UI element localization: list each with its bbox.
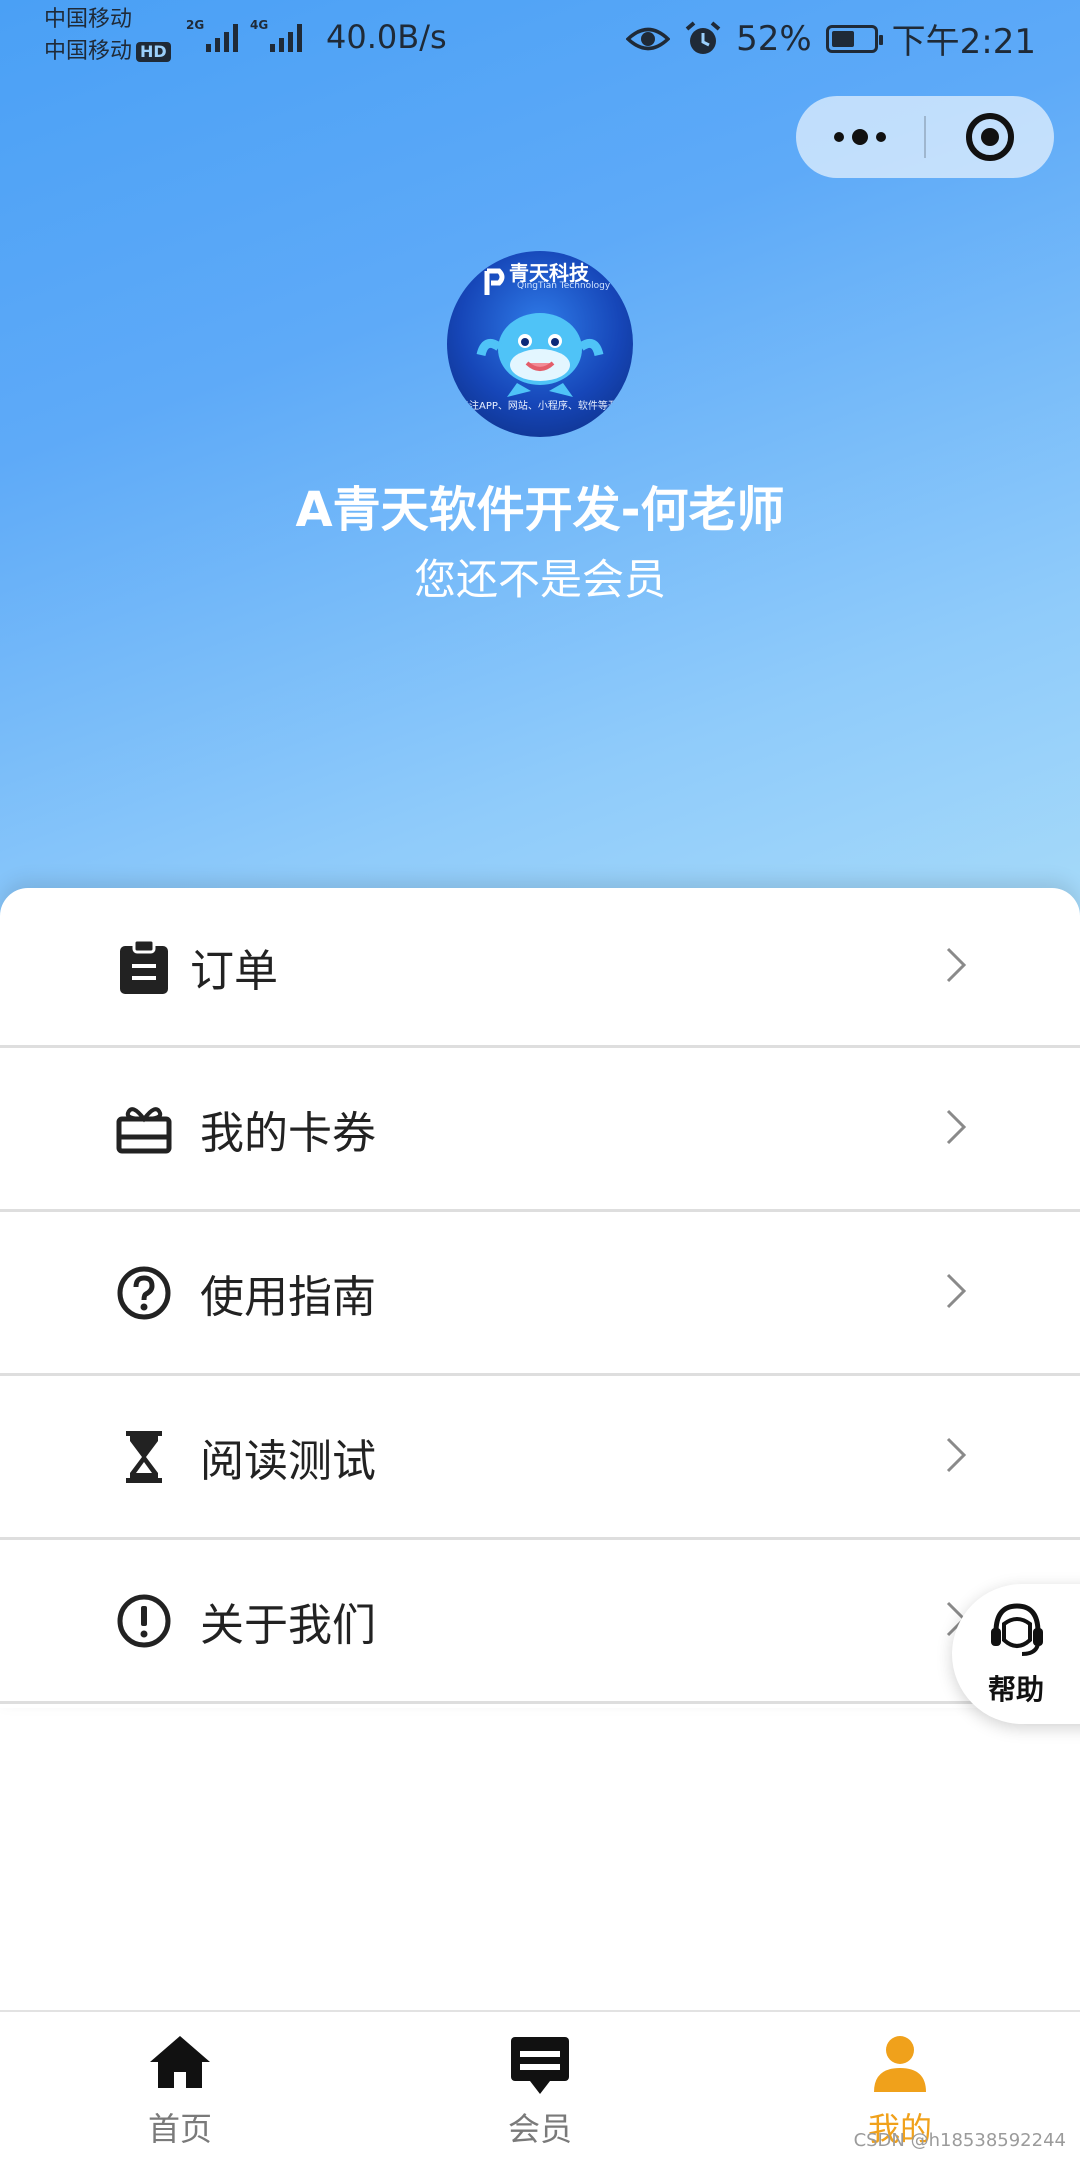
alarm-icon — [685, 20, 721, 54]
user-name: A青天软件开发-何老师 — [295, 482, 785, 538]
headset-icon — [986, 1598, 1048, 1664]
eye-icon — [626, 27, 671, 50]
battery-percent: 52% — [736, 18, 812, 59]
hourglass-icon — [112, 1425, 176, 1489]
carrier-2: 中国移动 — [44, 39, 133, 64]
network-2g-label: 2G — [186, 18, 205, 32]
clock: 下午2:21 — [891, 22, 1036, 62]
tab-member[interactable]: 会员 — [440, 2012, 640, 2162]
carrier-1: 中国移动 — [44, 7, 133, 32]
signal-strength-icon — [270, 22, 302, 52]
network-speed: 40.0B/s — [326, 18, 447, 56]
target-circle-icon[interactable] — [926, 96, 1054, 178]
watermark: CSDN @h18538592244 — [853, 2130, 1066, 2151]
menu-item-guide[interactable]: 使用指南 — [0, 1212, 1080, 1376]
hd-badge: HD — [136, 42, 171, 62]
miniprogram-capsule — [796, 96, 1054, 178]
question-circle-icon — [112, 1261, 176, 1325]
chevron-right-icon — [944, 1107, 968, 1151]
avatar-logo-subtitle: QingTian Technology — [517, 281, 611, 291]
battery-icon — [825, 24, 883, 53]
more-dots-icon[interactable] — [796, 96, 924, 178]
user-icon — [870, 2034, 930, 2098]
home-icon — [148, 2034, 212, 2094]
menu-item-label: 我的卡券 — [200, 1107, 376, 1159]
signal-strength-icon — [206, 22, 238, 52]
tab-label: 首页 — [147, 2110, 212, 2148]
network-4g-label: 4G — [250, 18, 269, 32]
help-label: 帮助 — [988, 1673, 1045, 1706]
chevron-right-icon — [944, 1271, 968, 1315]
carrier-info: 中国移动 中国移动 HD — [44, 4, 171, 68]
chevron-right-icon — [944, 1435, 968, 1479]
menu-item-label: 订单 — [190, 945, 278, 997]
member-card-icon — [508, 2034, 572, 2100]
status-bar: 中国移动 中国移动 HD 2G 4G 40.0B/s 52% 下午2:21 — [0, 0, 1080, 76]
menu-item-label: 阅读测试 — [200, 1435, 376, 1487]
menu-item-orders[interactable]: 订单 — [0, 888, 1080, 1048]
menu-item-label: 使用指南 — [200, 1271, 376, 1323]
membership-status: 您还不是会员 — [413, 555, 666, 604]
tab-label: 会员 — [507, 2110, 572, 2148]
menu-item-about-us[interactable]: 关于我们 — [0, 1540, 1080, 1704]
chevron-right-icon — [944, 945, 968, 989]
avatar-slogan: 专注APP、网站、小程序、软件等开发 — [459, 401, 628, 412]
exclamation-circle-icon — [112, 1589, 176, 1653]
tab-home[interactable]: 首页 — [80, 2012, 280, 2162]
help-button[interactable]: 帮助 — [952, 1584, 1080, 1724]
menu-card: 订单 我的卡券 使用指南 阅读测试 关于我们 — [0, 888, 1080, 1708]
clipboard-icon — [112, 935, 176, 999]
menu-item-label: 关于我们 — [200, 1599, 376, 1651]
menu-item-reading-test[interactable]: 阅读测试 — [0, 1376, 1080, 1540]
avatar[interactable]: 青天科技 QingTian Technology 专注APP、网站、小程序、软件… — [447, 251, 633, 437]
gift-card-icon — [112, 1097, 176, 1161]
menu-item-coupons[interactable]: 我的卡券 — [0, 1048, 1080, 1212]
